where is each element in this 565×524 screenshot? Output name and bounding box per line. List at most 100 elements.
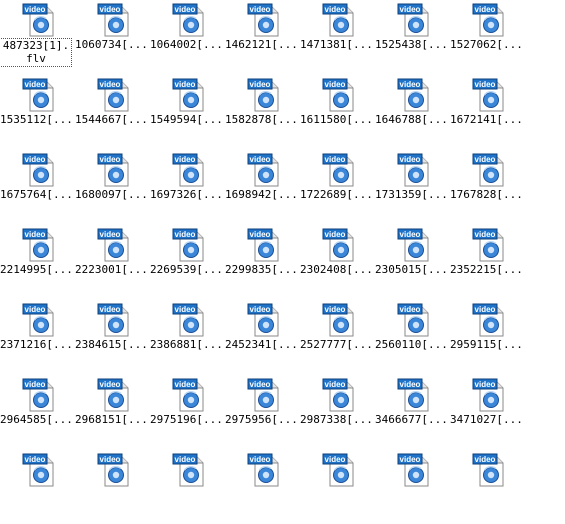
icon-badge-text: video [250, 230, 271, 239]
icon-badge-text: video [25, 305, 46, 314]
file-name-label: 1697326[... [150, 189, 222, 201]
video-file-icon: video [97, 77, 131, 113]
icon-badge-text: video [100, 155, 121, 164]
icon-badge-text: video [400, 455, 421, 464]
file-item[interactable]: video [0, 452, 72, 524]
icon-badge-text: video [175, 155, 196, 164]
file-item[interactable]: video 2299835[... [225, 227, 297, 299]
file-name-label: 1471381[... [300, 39, 372, 51]
icon-badge-text: video [475, 305, 496, 314]
icon-badge-text: video [475, 5, 496, 14]
file-item[interactable]: video 1680097[... [75, 152, 147, 224]
file-name-label: 1544667[... [75, 114, 147, 126]
file-name-label: 2560110[... [375, 339, 447, 351]
video-file-icon: video [247, 2, 281, 38]
file-item[interactable]: video 1675764[... [0, 152, 72, 224]
video-file-icon: video [172, 152, 206, 188]
icon-badge-text: video [325, 5, 346, 14]
file-item[interactable]: video 2968151[... [75, 377, 147, 449]
icon-badge-text: video [325, 80, 346, 89]
icon-badge-text: video [250, 80, 271, 89]
icon-badge-text: video [100, 455, 121, 464]
file-item[interactable]: video 1527062[... [450, 2, 522, 74]
file-item[interactable]: video 1722689[... [300, 152, 372, 224]
file-item[interactable]: video 2527777[... [300, 302, 372, 374]
file-name-label: 2371216[... [0, 339, 72, 351]
icon-badge-text: video [175, 80, 196, 89]
file-name-label: 1064002[... [150, 39, 222, 51]
file-item[interactable]: video 2305015[... [375, 227, 447, 299]
file-item[interactable]: video [75, 452, 147, 524]
file-item[interactable]: video 1767828[... [450, 152, 522, 224]
video-file-icon: video [22, 152, 56, 188]
icon-badge-text: video [100, 380, 121, 389]
file-item[interactable]: video 2371216[... [0, 302, 72, 374]
file-item[interactable]: video 1582878[... [225, 77, 297, 149]
file-name-label: 1646788[... [375, 114, 447, 126]
file-item[interactable]: video 2384615[... [75, 302, 147, 374]
file-item[interactable]: video 2302408[... [300, 227, 372, 299]
file-item[interactable]: video 1471381[... [300, 2, 372, 74]
file-item[interactable]: video 1064002[... [150, 2, 222, 74]
file-item[interactable]: video [375, 452, 447, 524]
file-item[interactable]: video 1698942[... [225, 152, 297, 224]
file-item[interactable]: video 1611580[... [300, 77, 372, 149]
file-item[interactable]: video 1646788[... [375, 77, 447, 149]
file-name-label: 1722689[... [300, 189, 372, 201]
video-file-icon: video [22, 2, 56, 38]
file-name-label: 3466677[... [375, 414, 447, 426]
video-file-icon: video [247, 302, 281, 338]
file-item[interactable]: video 2269539[... [150, 227, 222, 299]
file-item[interactable]: video 3466677[... [375, 377, 447, 449]
file-item[interactable]: video 1549594[... [150, 77, 222, 149]
file-item[interactable]: video 2987338[... [300, 377, 372, 449]
video-file-icon: video [172, 377, 206, 413]
video-file-icon: video [472, 302, 506, 338]
icon-badge-text: video [475, 380, 496, 389]
icon-badge-text: video [25, 230, 46, 239]
file-item[interactable]: video 1672141[... [450, 77, 522, 149]
file-item[interactable]: video 1544667[... [75, 77, 147, 149]
file-item[interactable]: video [150, 452, 222, 524]
icon-badge-text: video [175, 380, 196, 389]
file-item[interactable]: video 1697326[... [150, 152, 222, 224]
file-item[interactable]: video 2386881[... [150, 302, 222, 374]
file-name-label: 2302408[... [300, 264, 372, 276]
video-file-icon: video [322, 377, 356, 413]
file-name-label: 2452341[... [225, 339, 297, 351]
file-item[interactable]: video 2959115[... [450, 302, 522, 374]
icon-badge-text: video [175, 455, 196, 464]
file-item[interactable]: video [300, 452, 372, 524]
file-name-label: 2964585[... [0, 414, 72, 426]
icon-badge-text: video [250, 305, 271, 314]
file-name-label: 2352215[... [450, 264, 522, 276]
file-item[interactable]: video 1731359[... [375, 152, 447, 224]
icon-badge-text: video [250, 380, 271, 389]
file-item[interactable]: video [450, 452, 522, 524]
file-item[interactable]: video 1525438[... [375, 2, 447, 74]
file-name-label: 1767828[... [450, 189, 522, 201]
file-item[interactable]: video 2223001[... [75, 227, 147, 299]
file-name-label: 1527062[... [450, 39, 522, 51]
video-file-icon: video [97, 2, 131, 38]
file-item[interactable]: video 1462121[... [225, 2, 297, 74]
file-item[interactable]: video 1535112[... [0, 77, 72, 149]
icon-badge-text: video [475, 230, 496, 239]
icon-badge-text: video [400, 380, 421, 389]
video-file-icon: video [472, 77, 506, 113]
file-item[interactable]: video 2560110[... [375, 302, 447, 374]
file-item[interactable]: video 2964585[... [0, 377, 72, 449]
icon-badge-text: video [25, 380, 46, 389]
file-item[interactable]: video 2352215[... [450, 227, 522, 299]
file-item[interactable]: video 2975196[... [150, 377, 222, 449]
file-item[interactable]: video 2452341[... [225, 302, 297, 374]
file-item[interactable]: video [225, 452, 297, 524]
file-item[interactable]: video 2975956[... [225, 377, 297, 449]
file-item[interactable]: video 1060734[... [75, 2, 147, 74]
video-file-icon: video [247, 152, 281, 188]
file-item[interactable]: video 3471027[... [450, 377, 522, 449]
icon-badge-text: video [100, 80, 121, 89]
video-file-icon: video [97, 377, 131, 413]
file-item[interactable]: video 2214995[... [0, 227, 72, 299]
file-item[interactable]: video 487323[1].flv [0, 2, 72, 74]
